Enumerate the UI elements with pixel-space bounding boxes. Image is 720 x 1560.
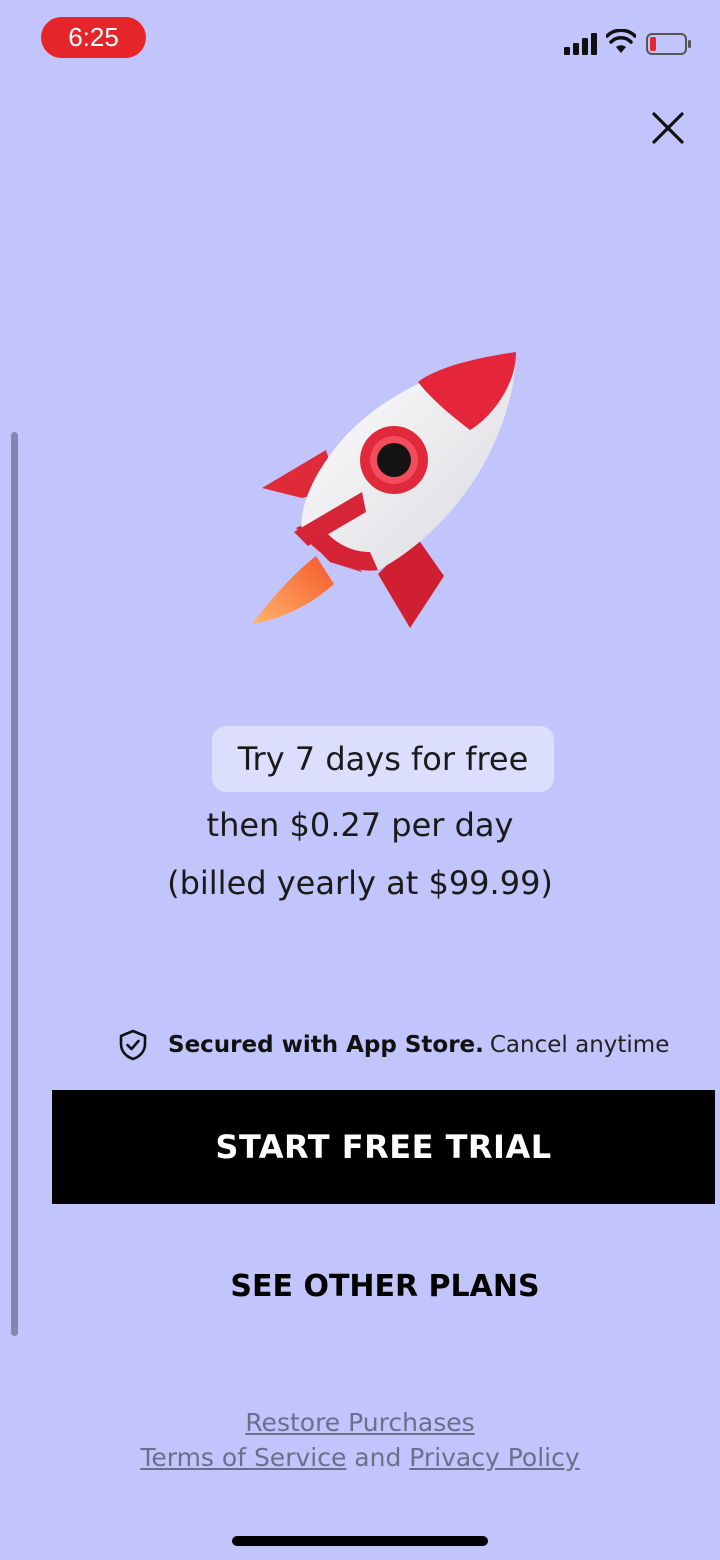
legal-and-text: and [346, 1443, 410, 1472]
home-indicator[interactable] [232, 1536, 488, 1546]
shield-check-icon [119, 1029, 147, 1061]
wifi-icon [606, 29, 636, 53]
security-rest-text: Cancel anytime [489, 1032, 670, 1058]
status-bar: 6:25 [0, 0, 720, 80]
rocket-icon [252, 352, 516, 628]
terms-of-service-link[interactable]: Terms of Service [140, 1443, 346, 1472]
status-time: 6:25 [41, 17, 146, 58]
trial-badge: Try 7 days for free [212, 726, 554, 792]
close-button[interactable] [644, 104, 692, 152]
close-icon [652, 112, 684, 144]
security-note: Secured with App Store. Cancel anytime [118, 1026, 678, 1064]
battery-low-icon [646, 33, 691, 55]
restore-purchases-link[interactable]: Restore Purchases [0, 1408, 720, 1437]
start-free-trial-button[interactable]: START FREE TRIAL [52, 1090, 715, 1204]
security-strong-text: Secured with App Store. [168, 1032, 484, 1058]
legal-links: Terms of Service and Privacy Policy [0, 1443, 720, 1472]
cellular-signal-icon [564, 33, 597, 55]
billing-note: (billed yearly at $99.99) [167, 864, 553, 902]
privacy-policy-link[interactable]: Privacy Policy [409, 1443, 579, 1472]
see-other-plans-button[interactable]: SEE OTHER PLANS [160, 1254, 610, 1318]
price-per-day: then $0.27 per day [206, 806, 514, 844]
